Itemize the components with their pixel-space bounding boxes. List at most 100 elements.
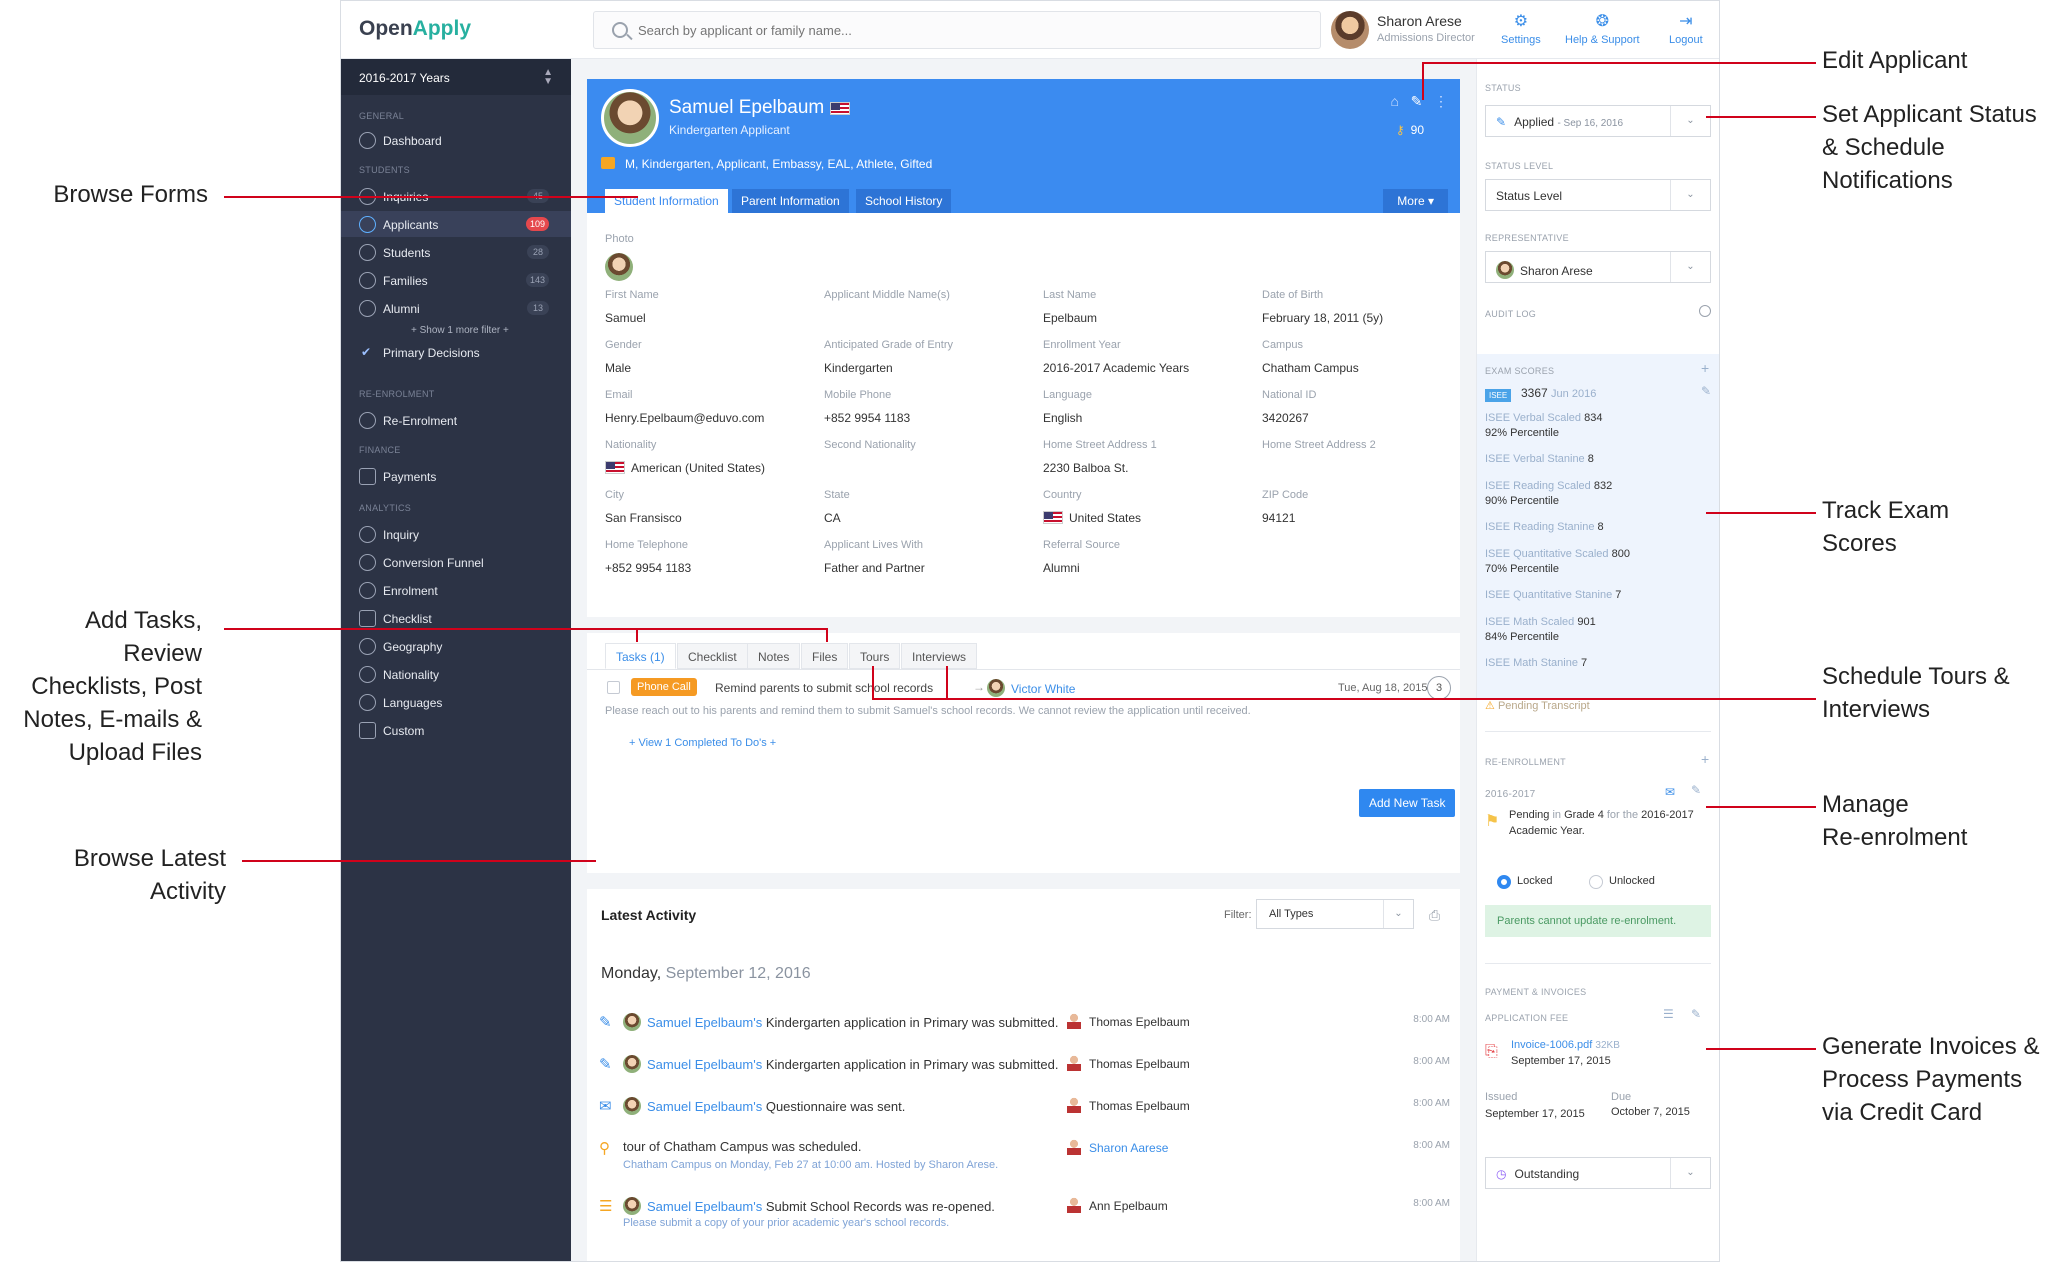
sidebar-item-enrolment[interactable]: Enrolment bbox=[341, 577, 571, 603]
add-icon[interactable]: + bbox=[1701, 751, 1709, 767]
tab-checklist[interactable]: Checklist bbox=[677, 643, 748, 669]
student-icon bbox=[359, 244, 376, 261]
assignee-avatar bbox=[987, 679, 1005, 697]
activity-person[interactable]: Ann Epelbaum bbox=[1067, 1197, 1168, 1213]
activity-person[interactable]: Thomas Epelbaum bbox=[1067, 1055, 1190, 1071]
score-percentile: 70% Percentile bbox=[1485, 563, 1559, 575]
sidebar-item-custom[interactable]: Custom bbox=[341, 717, 571, 743]
activity-person[interactable]: Thomas Epelbaum bbox=[1067, 1097, 1190, 1113]
sidebar-item-geography[interactable]: Geography bbox=[341, 633, 571, 659]
header-actions: ⌂ ✎ ⋮ bbox=[1390, 93, 1448, 110]
settings-button[interactable]: ⚙ Settings bbox=[1501, 13, 1541, 46]
unlocked-radio[interactable] bbox=[1589, 875, 1603, 889]
tag-edit-icon[interactable]: ⌂ bbox=[1390, 93, 1398, 109]
sidebar-item-re-enrolment[interactable]: Re-Enrolment bbox=[341, 407, 571, 433]
applicant-link[interactable]: Samuel Epelbaum's bbox=[647, 1015, 762, 1030]
custom-report-icon bbox=[359, 722, 376, 739]
tab-parent-information[interactable]: Parent Information bbox=[732, 189, 849, 213]
task-text[interactable]: Remind parents to submit school records bbox=[715, 681, 933, 695]
field-value-text: Henry.Epelbaum@eduvo.com bbox=[605, 411, 765, 425]
task-assignee[interactable]: Victor White bbox=[987, 679, 1075, 697]
sidebar-item-primary-decisions[interactable]: ✔ Primary Decisions bbox=[341, 339, 571, 365]
sidebar-item-inquiry[interactable]: Inquiry bbox=[341, 521, 571, 547]
field-value: Alumni bbox=[1043, 561, 1080, 575]
search-bar[interactable] bbox=[593, 11, 1321, 49]
sidebar-item-dashboard[interactable]: Dashboard bbox=[341, 127, 571, 153]
field-value: CA bbox=[824, 511, 841, 525]
edit-applicant-icon[interactable]: ✎ bbox=[1411, 93, 1423, 109]
field-value-text: Samuel bbox=[605, 311, 646, 325]
activity-person[interactable]: Sharon Aarese bbox=[1067, 1139, 1168, 1155]
more-vertical-icon[interactable]: ⋮ bbox=[1434, 93, 1448, 109]
sidebar-item-applicants[interactable]: Applicants 109 bbox=[341, 211, 571, 237]
user-avatar[interactable] bbox=[1331, 11, 1369, 49]
tab-interviews[interactable]: Interviews bbox=[901, 643, 978, 669]
applicant-link[interactable]: Samuel Epelbaum's bbox=[647, 1199, 762, 1214]
view-completed-link[interactable]: + View 1 Completed To Do's + bbox=[629, 737, 776, 749]
status-level-select[interactable]: Status Level ⌄ bbox=[1485, 179, 1711, 211]
payments-icon bbox=[359, 468, 376, 485]
reenroll-p2: in bbox=[1552, 809, 1561, 821]
reenrollment-status: Pending in Grade 4 for the 2016-2017 Aca… bbox=[1509, 807, 1711, 839]
score-item: ISEE Quantitative Stanine 7 bbox=[1485, 589, 1621, 601]
logo[interactable]: OpenApply bbox=[359, 17, 471, 41]
edit-icon[interactable]: ✎ bbox=[1691, 1007, 1701, 1021]
sidebar-item-families[interactable]: Families 143 bbox=[341, 267, 571, 293]
tab-student-information[interactable]: Student Information bbox=[605, 189, 728, 213]
sidebar-item-students[interactable]: Students 28 bbox=[341, 239, 571, 265]
unlocked-label: Unlocked bbox=[1609, 875, 1655, 887]
field-value-text: February 18, 2011 (5y) bbox=[1262, 311, 1384, 325]
top-bar: OpenApply Sharon Arese Admissions Direct… bbox=[341, 1, 1719, 59]
applicant-photo[interactable] bbox=[605, 253, 633, 281]
sidebar-item-conversion-funnel[interactable]: Conversion Funnel bbox=[341, 549, 571, 575]
applicant-name-text: Samuel Epelbaum bbox=[669, 97, 825, 118]
applicant-avatar bbox=[601, 89, 659, 147]
locked-radio[interactable] bbox=[1497, 875, 1511, 889]
us-flag-icon bbox=[605, 461, 625, 474]
help-button[interactable]: ❂ Help & Support bbox=[1565, 13, 1640, 46]
invoice-link[interactable]: Invoice-1006.pdf 32KB bbox=[1511, 1039, 1620, 1051]
invoice-list-icon[interactable]: ☰ bbox=[1663, 1007, 1674, 1021]
envelope-icon[interactable]: ✉ bbox=[1665, 785, 1675, 799]
field-value-text: Chatham Campus bbox=[1262, 361, 1359, 375]
sidebar-item-languages[interactable]: Languages bbox=[341, 689, 571, 715]
status-select[interactable]: ✎ Applied - Sep 16, 2016 ⌄ bbox=[1485, 105, 1711, 137]
activity-person[interactable]: Thomas Epelbaum bbox=[1067, 1013, 1190, 1029]
more-button[interactable]: More ▾ bbox=[1383, 189, 1448, 213]
edit-icon[interactable]: ✎ bbox=[1701, 384, 1711, 398]
tab-school-history[interactable]: School History bbox=[856, 189, 952, 213]
tab-tasks[interactable]: Tasks (1) bbox=[605, 643, 676, 669]
sidebar-item-payments[interactable]: Payments bbox=[341, 463, 571, 489]
print-icon[interactable]: ⎙ bbox=[1429, 907, 1440, 924]
logout-button[interactable]: ⇥ Logout bbox=[1669, 13, 1703, 46]
callout-line bbox=[1706, 1048, 1816, 1050]
sidebar-item-label: Custom bbox=[383, 724, 425, 738]
score-label: ISEE Reading Stanine bbox=[1485, 521, 1595, 533]
applicant-name: Samuel Epelbaum bbox=[669, 97, 850, 119]
search-input[interactable] bbox=[638, 20, 1298, 40]
search-icon[interactable] bbox=[1699, 305, 1711, 317]
add-new-task-button[interactable]: Add New Task bbox=[1359, 789, 1456, 817]
field-value-text: CA bbox=[824, 511, 841, 525]
sidebar-item-nationality[interactable]: Nationality bbox=[341, 661, 571, 687]
tasks-panel: Tasks (1) Checklist Notes Files Tours In… bbox=[587, 633, 1460, 873]
ann-status-3: Notifications bbox=[1822, 167, 1953, 194]
add-icon[interactable]: + bbox=[1701, 360, 1709, 376]
payment-status-select[interactable]: ◷ Outstanding ⌄ bbox=[1485, 1157, 1711, 1189]
filter-select[interactable]: All Types ⌄ bbox=[1256, 899, 1414, 929]
task-checkbox[interactable] bbox=[607, 681, 620, 694]
show-more-filter-link[interactable]: + Show 1 more filter + bbox=[411, 325, 509, 336]
representative-select[interactable]: Sharon Arese ⌄ bbox=[1485, 251, 1711, 283]
year-selector[interactable]: 2016-2017 Years ▲ ▼ bbox=[341, 59, 571, 95]
edit-icon[interactable]: ✎ bbox=[1691, 783, 1701, 797]
task-comment-count[interactable]: 3 bbox=[1427, 676, 1451, 700]
applicant-link[interactable]: Samuel Epelbaum's bbox=[647, 1057, 762, 1072]
edit-square-icon: ✎ bbox=[1496, 115, 1507, 129]
tab-files[interactable]: Files bbox=[801, 643, 849, 669]
reenroll-p4: for the bbox=[1606, 809, 1639, 821]
chevron-updown-icon: ▲ ▼ bbox=[543, 67, 553, 87]
tab-notes[interactable]: Notes bbox=[747, 643, 801, 669]
applicant-link[interactable]: Samuel Epelbaum's bbox=[647, 1099, 762, 1114]
tab-tours[interactable]: Tours bbox=[849, 643, 901, 669]
sidebar-item-alumni[interactable]: Alumni 13 bbox=[341, 295, 571, 321]
